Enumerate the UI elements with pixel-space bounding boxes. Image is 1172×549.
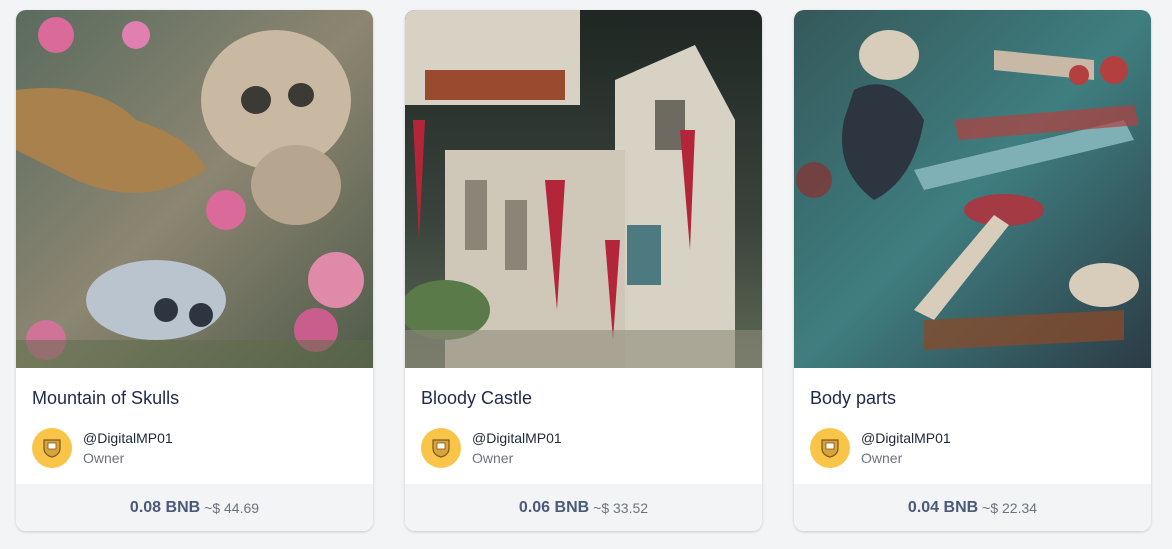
price-bnb: 0.08 BNB — [129, 498, 201, 516]
owner-handle[interactable]: @DigitalMP01 — [861, 429, 951, 448]
price-usd: ~$ 44.69 — [204, 499, 260, 516]
price-bar: 0.04 BNB ~$ 22.34 — [794, 484, 1151, 531]
owner-avatar[interactable] — [32, 428, 72, 468]
owner-row[interactable]: @DigitalMP01 Owner — [810, 428, 1135, 468]
nft-card[interactable]: Bloody Castle @DigitalMP01 Owner 0.06 BN… — [405, 10, 762, 531]
price-usd: ~$ 22.34 — [982, 499, 1038, 516]
owner-text: @DigitalMP01 Owner — [472, 429, 562, 468]
owner-role: Owner — [861, 449, 903, 466]
price-bnb: 0.06 BNB — [518, 498, 590, 516]
price-usd: ~$ 33.52 — [593, 499, 649, 516]
owner-avatar[interactable] — [421, 428, 461, 468]
nft-title[interactable]: Body parts — [810, 386, 1135, 410]
nft-title[interactable]: Bloody Castle — [421, 386, 746, 410]
owner-row[interactable]: @DigitalMP01 Owner — [32, 428, 357, 468]
owner-handle[interactable]: @DigitalMP01 — [83, 429, 173, 448]
owner-role: Owner — [472, 449, 514, 466]
shield-logo-icon — [432, 439, 450, 458]
card-info: Body parts @DigitalMP01 Owner — [794, 368, 1151, 484]
owner-avatar[interactable] — [810, 428, 850, 468]
price-bnb: 0.04 BNB — [907, 498, 979, 516]
owner-row[interactable]: @DigitalMP01 Owner — [421, 428, 746, 468]
price-bar: 0.08 BNB ~$ 44.69 — [16, 484, 373, 531]
owner-role: Owner — [83, 449, 125, 466]
owner-handle[interactable]: @DigitalMP01 — [472, 429, 562, 448]
nft-artwork-image[interactable] — [405, 10, 762, 368]
owner-text: @DigitalMP01 Owner — [83, 429, 173, 468]
owner-text: @DigitalMP01 Owner — [861, 429, 951, 468]
shield-logo-icon — [43, 439, 61, 458]
card-info: Bloody Castle @DigitalMP01 Owner — [405, 368, 762, 484]
shield-logo-icon — [821, 439, 839, 458]
nft-artwork-image[interactable] — [16, 10, 373, 368]
nft-card[interactable]: Body parts @DigitalMP01 Owner 0.04 BNB ~… — [794, 10, 1151, 531]
nft-artwork-image[interactable] — [794, 10, 1151, 368]
nft-card[interactable]: Mountain of Skulls @DigitalMP01 Owner 0.… — [16, 10, 373, 531]
card-info: Mountain of Skulls @DigitalMP01 Owner — [16, 368, 373, 484]
nft-card-grid: Mountain of Skulls @DigitalMP01 Owner 0.… — [16, 10, 1151, 531]
price-bar: 0.06 BNB ~$ 33.52 — [405, 484, 762, 531]
nft-title[interactable]: Mountain of Skulls — [32, 386, 357, 410]
